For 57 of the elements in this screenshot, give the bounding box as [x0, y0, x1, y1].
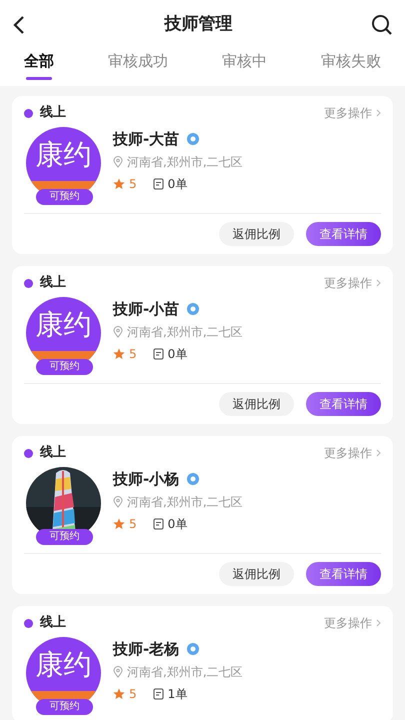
- star-icon: [113, 518, 125, 530]
- technician-name: 技师-大苗: [113, 129, 180, 149]
- location-pin-icon: [113, 496, 123, 508]
- bookable-badge: 可预约: [36, 529, 93, 545]
- bookable-badge: 可预约: [36, 699, 93, 715]
- star-icon: [113, 688, 125, 700]
- status-label: 线上: [40, 275, 66, 291]
- status-label: 线上: [40, 445, 66, 461]
- chevron-right-icon: [376, 279, 381, 287]
- bookable-badge: 可预约: [36, 359, 93, 375]
- page-title: 技师管理: [164, 13, 232, 36]
- location-pin-icon: [113, 156, 123, 168]
- star-icon: [113, 178, 125, 190]
- chevron-right-icon: [376, 449, 381, 457]
- commission-ratio-button[interactable]: 返佣比例: [219, 222, 294, 246]
- chevron-right-icon: [376, 619, 381, 627]
- tab[interactable]: 全部: [24, 50, 54, 80]
- tab[interactable]: 审核中: [222, 50, 267, 72]
- location-pin-icon: [113, 666, 123, 678]
- order-list-icon: [152, 178, 164, 190]
- status-label: 线上: [40, 105, 66, 121]
- rating-text: 5: [129, 346, 137, 362]
- commission-ratio-button[interactable]: 返佣比例: [219, 562, 294, 586]
- order-count: 1单: [168, 686, 188, 702]
- technician-name: 技师-小杨: [113, 469, 180, 489]
- tab[interactable]: 审核成功: [108, 50, 168, 72]
- location-text: 河南省,郑州市,二七区: [127, 494, 243, 510]
- view-details-button[interactable]: 查看详情: [306, 392, 381, 416]
- back-icon[interactable]: [12, 15, 26, 35]
- more-actions-link[interactable]: 更多操作: [324, 275, 372, 291]
- order-list-icon: [152, 348, 164, 360]
- bookable-badge: 可预约: [36, 189, 93, 205]
- technician-name: 技师-小苗: [113, 299, 180, 319]
- status-label: 线上: [40, 615, 66, 631]
- more-actions-link[interactable]: 更多操作: [324, 615, 372, 631]
- order-list-icon: [152, 688, 164, 700]
- order-count: 0单: [168, 516, 188, 532]
- more-actions-link[interactable]: 更多操作: [324, 445, 372, 461]
- tab[interactable]: 审核失败: [321, 50, 381, 72]
- view-details-button[interactable]: 查看详情: [306, 562, 381, 586]
- more-actions-link[interactable]: 更多操作: [324, 105, 372, 121]
- rating-text: 5: [129, 516, 137, 532]
- location-pin-icon: [113, 326, 123, 338]
- view-details-button[interactable]: 查看详情: [306, 222, 381, 246]
- location-text: 河南省,郑州市,二七区: [127, 154, 243, 170]
- order-count: 0单: [168, 346, 188, 362]
- rating-text: 5: [129, 176, 137, 192]
- technician-name: 技师-老杨: [113, 639, 180, 659]
- location-text: 河南省,郑州市,二七区: [127, 324, 243, 340]
- chevron-right-icon: [376, 109, 381, 117]
- star-icon: [113, 348, 125, 360]
- order-list-icon: [152, 518, 164, 530]
- rating-text: 5: [129, 686, 137, 702]
- order-count: 0单: [168, 176, 188, 192]
- commission-ratio-button[interactable]: 返佣比例: [219, 392, 294, 416]
- location-text: 河南省,郑州市,二七区: [127, 664, 243, 680]
- search-icon[interactable]: [371, 14, 393, 36]
